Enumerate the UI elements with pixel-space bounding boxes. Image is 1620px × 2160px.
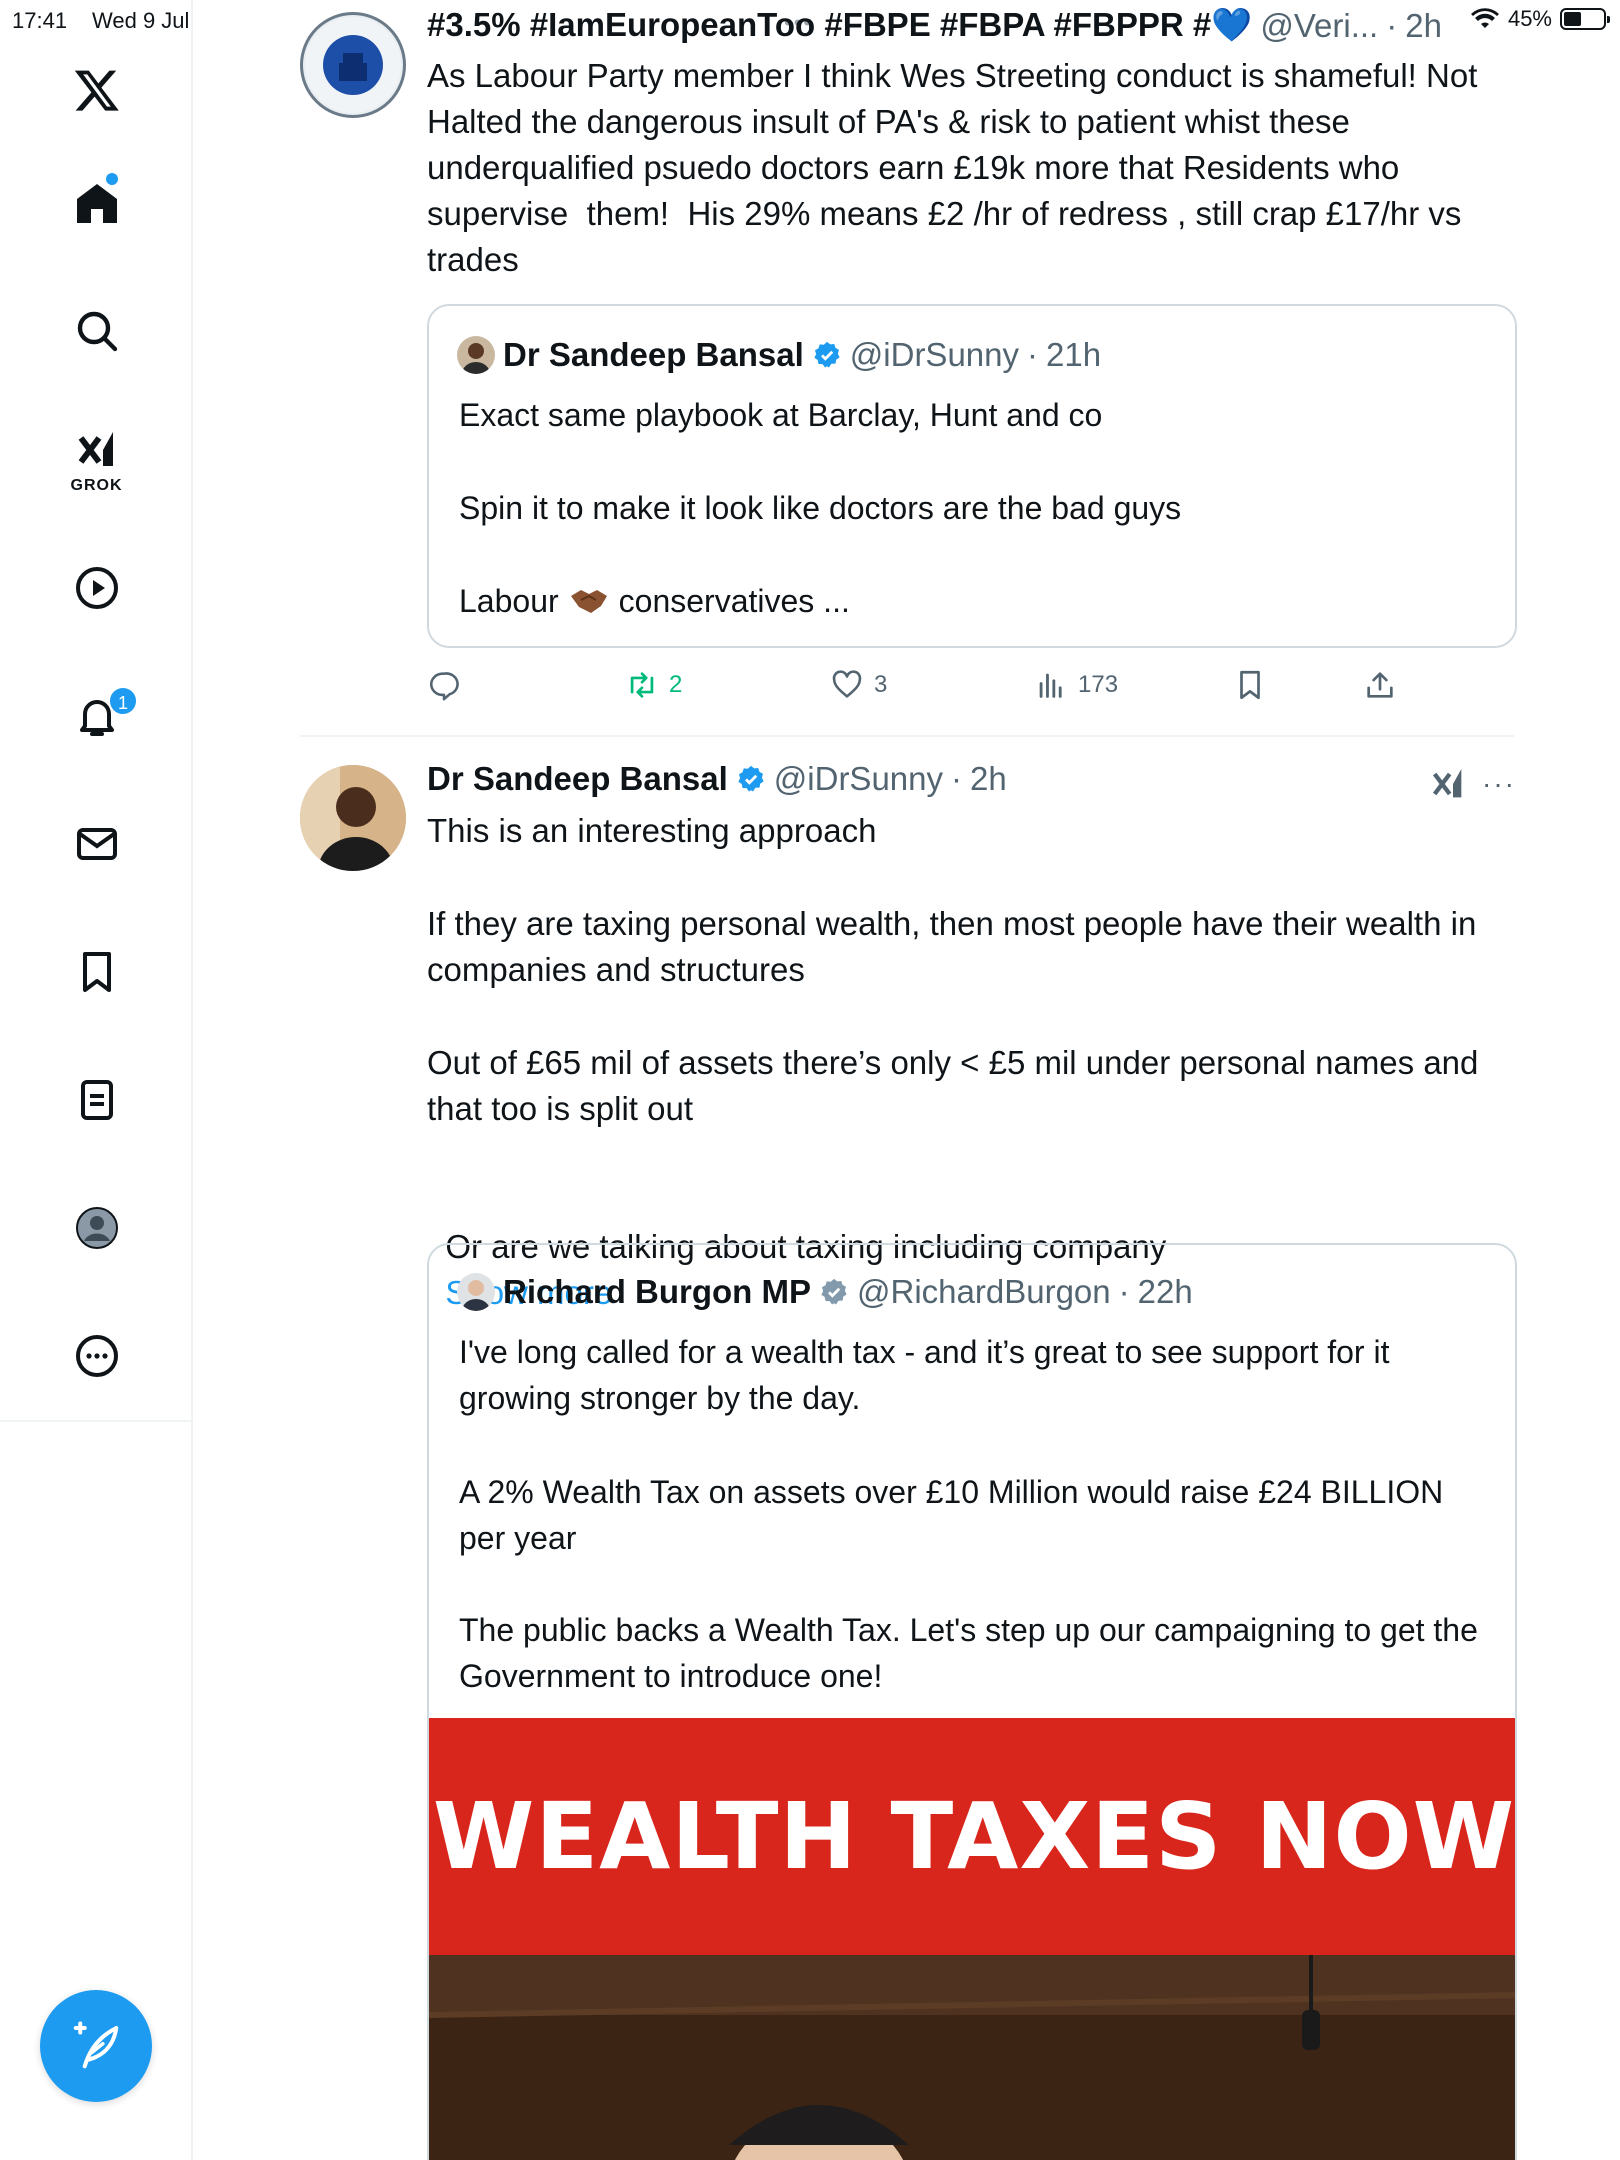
tweet1-quote-card[interactable]: Dr Sandeep Bansal @iDrSunny · 21h Exact … xyxy=(427,304,1517,648)
bookmark-button[interactable] xyxy=(1233,668,1267,702)
quote1-line1: Exact same playbook at Barclay, Hunt and… xyxy=(459,397,1103,433)
bookmarks-icon[interactable] xyxy=(62,937,132,1007)
share-button[interactable] xyxy=(1363,668,1397,702)
more-icon[interactable] xyxy=(62,1321,132,1391)
grok-icon[interactable] xyxy=(62,415,132,485)
quote1-line2: Spin it to make it look like doctors are… xyxy=(459,490,1182,526)
retweet-count: 2 xyxy=(669,671,683,698)
home-unread-dot xyxy=(106,173,118,185)
quote2-header: Richard Burgon MP @RichardBurgon · 22h xyxy=(457,1273,1193,1311)
more-options-icon[interactable]: ··· xyxy=(1482,768,1516,800)
tweet1-timestamp[interactable]: 2h xyxy=(1405,7,1442,45)
quote1-handle: @iDrSunny xyxy=(849,336,1020,373)
grok-icon xyxy=(1432,769,1462,798)
quote2-avatar xyxy=(457,1273,495,1311)
share-icon xyxy=(1367,672,1393,698)
quote2-sep: · xyxy=(1118,1273,1130,1310)
lists-icon[interactable] xyxy=(62,1065,132,1135)
tweet2-para2: If they are taxing personal wealth, then… xyxy=(427,905,1486,988)
messages-icon[interactable] xyxy=(62,809,132,879)
views-button[interactable]: 173 xyxy=(1034,668,1118,702)
handshake-emoji-icon xyxy=(570,590,607,613)
retweet-icon xyxy=(630,672,654,698)
search-icon[interactable] xyxy=(62,296,132,366)
heart-icon xyxy=(832,670,862,698)
x-logo-icon[interactable] xyxy=(62,55,132,125)
tweet1-handle[interactable]: @Veri... xyxy=(1260,7,1378,45)
parliament-photo[interactable] xyxy=(429,1955,1515,2160)
compose-feather-icon xyxy=(73,2021,119,2069)
tweet1-sep: · xyxy=(1386,6,1398,44)
views-bar-icon xyxy=(1039,673,1062,698)
quote2-handle: @RichardBurgon xyxy=(857,1273,1111,1310)
compose-post-button[interactable] xyxy=(40,1990,152,2102)
banner-text: WEALTH TAXES NOW xyxy=(432,1783,1516,1890)
tweet1-avatar[interactable] xyxy=(300,12,406,118)
views-count: 173 xyxy=(1078,671,1119,698)
tweet1-header: #3.5% #IamEuropeanToo #FBPE #FBPA #FBPPR… xyxy=(427,6,1607,45)
quote2-para1: I've long called for a wealth tax - and … xyxy=(459,1334,1399,1416)
like-button[interactable]: 3 xyxy=(830,668,887,702)
tweet2-handle[interactable]: @iDrSunny xyxy=(774,760,943,798)
speaker-figure xyxy=(429,1955,1515,2160)
verified-badge-icon xyxy=(738,765,764,792)
verified-gray-badge-icon xyxy=(821,1278,847,1305)
quote2-timestamp: 22h xyxy=(1137,1273,1193,1310)
tweet2-header: Dr Sandeep Bansal @iDrSunny · 2h xyxy=(427,760,1007,798)
quote1-avatar xyxy=(457,336,495,374)
video-icon[interactable] xyxy=(62,553,132,623)
verified-badge-icon xyxy=(814,341,840,368)
quote1-line3b: conservatives ... xyxy=(618,583,850,619)
bookmark-icon xyxy=(1240,670,1260,700)
quote2-para3: The public backs a Wealth Tax. Let's ste… xyxy=(459,1612,1487,1694)
home-icon[interactable] xyxy=(62,168,132,238)
tweet1-text: As Labour Party member I think Wes Stree… xyxy=(427,57,1487,278)
tweet2-quote-card[interactable]: Richard Burgon MP @RichardBurgon · 22h I… xyxy=(427,1243,1517,2160)
tweet2-para3: Out of £65 mil of assets there’s only < … xyxy=(427,1044,1488,1127)
sidebar-divider xyxy=(0,1420,193,1422)
quote2-para2: A 2% Wealth Tax on assets over £10 Milli… xyxy=(459,1474,1453,1556)
quote2-name: Richard Burgon MP xyxy=(503,1273,812,1310)
reply-button[interactable] xyxy=(427,668,461,702)
tweet2-avatar[interactable] xyxy=(300,765,406,871)
tweet-divider xyxy=(300,735,1514,737)
wealth-tax-banner: WEALTH TAXES NOW xyxy=(429,1718,1516,1955)
quote1-line3a: Labour xyxy=(459,583,559,619)
grok-explain-button[interactable] xyxy=(1428,764,1468,809)
tweet2-display-name[interactable]: Dr Sandeep Bansal xyxy=(427,760,728,798)
retweet-button[interactable]: 2 xyxy=(625,668,682,702)
quote1-line3: Labour conservatives ... xyxy=(459,578,850,624)
tweet2-timestamp[interactable]: 2h xyxy=(970,760,1007,798)
grok-label: GROK xyxy=(70,477,123,494)
tweet2-sep: · xyxy=(951,760,963,797)
quote1-sep: · xyxy=(1027,336,1039,373)
sidebar: GROK 1 xyxy=(0,0,193,2160)
profile-avatar-icon[interactable] xyxy=(62,1193,132,1263)
quote1-name: Dr Sandeep Bansal xyxy=(503,336,804,373)
reply-icon xyxy=(430,672,459,701)
notification-badge: 1 xyxy=(108,686,138,716)
quote1-timestamp: 21h xyxy=(1046,336,1102,373)
quote1-header: Dr Sandeep Bansal @iDrSunny · 21h xyxy=(457,336,1101,374)
like-count: 3 xyxy=(874,671,888,698)
tweet1-display-name[interactable]: #3.5% #IamEuropeanToo #FBPE #FBPA #FBPPR… xyxy=(427,6,1252,45)
tweet2-para1: This is an interesting approach xyxy=(427,812,877,849)
